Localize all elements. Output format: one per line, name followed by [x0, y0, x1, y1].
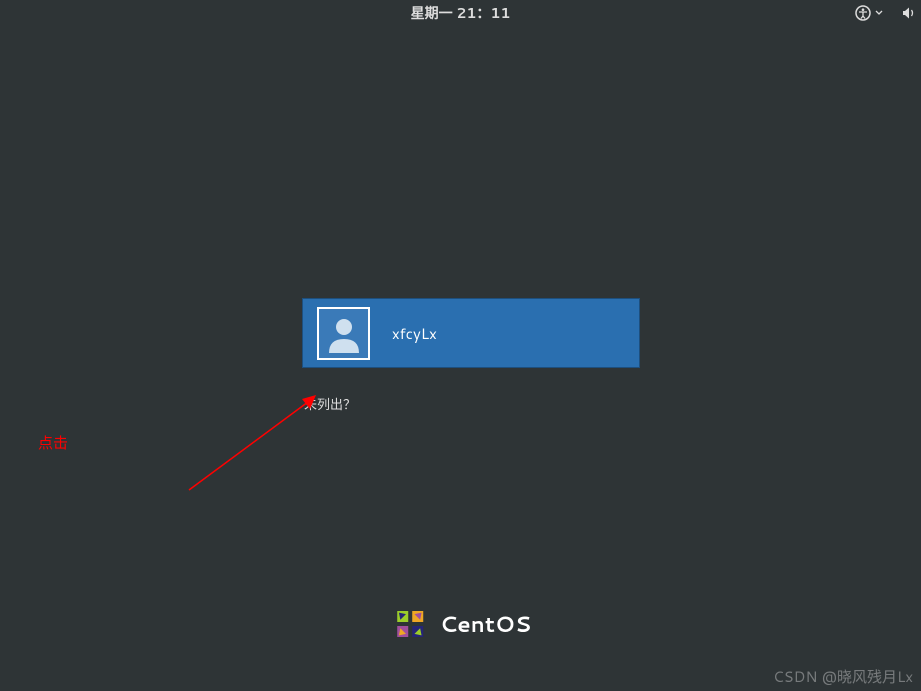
volume-icon — [901, 5, 917, 21]
top-panel-status-area — [855, 0, 921, 26]
chevron-down-icon — [875, 9, 883, 17]
avatar — [317, 307, 370, 360]
not-listed-button[interactable]: 未列出？ — [302, 394, 356, 413]
user-tile[interactable]: xfcyLx — [302, 298, 640, 368]
login-user-list: xfcyLx 未列出？ — [302, 298, 642, 415]
watermark: CSDN @晓风残月Lx — [773, 666, 913, 687]
username-label: xfcyLx — [392, 323, 437, 344]
accessibility-menu[interactable] — [855, 5, 883, 21]
distro-brand: CentOS — [390, 604, 532, 644]
clock-datetime: 星期一 21：11 — [411, 3, 511, 23]
brand-name: CentOS — [440, 609, 532, 640]
top-panel: 星期一 21：11 — [0, 0, 921, 26]
accessibility-icon — [855, 5, 871, 21]
volume-control[interactable] — [901, 5, 917, 21]
centos-logo-icon — [390, 604, 430, 644]
user-icon — [324, 313, 364, 353]
annotation-label: 点击 — [38, 432, 68, 453]
